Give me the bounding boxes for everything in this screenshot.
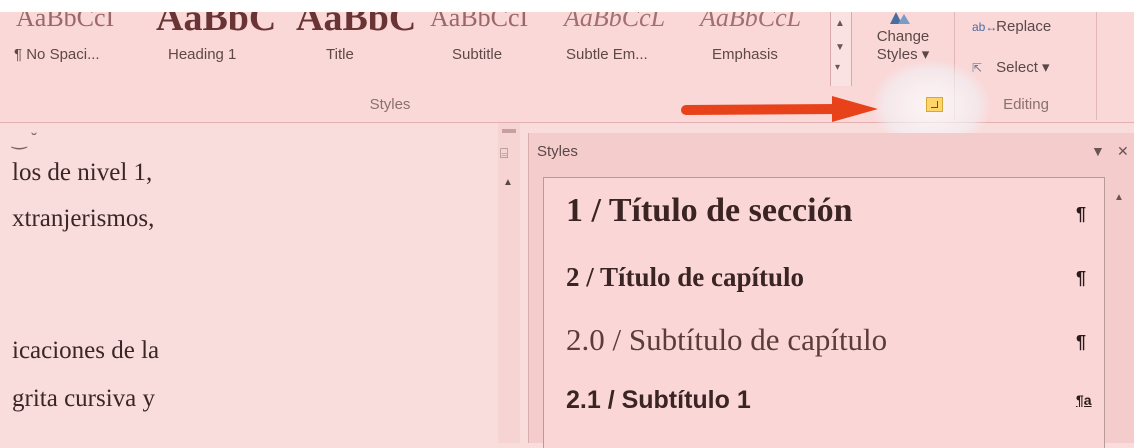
paragraph-mark-icon: ¶ xyxy=(1076,204,1087,224)
change-styles-button[interactable]: Change Styles ▾ xyxy=(858,28,948,64)
document-scrollbar[interactable]: ▲ xyxy=(498,123,520,443)
document-area[interactable]: ‿ ˘ los de nivel 1, xtranjerismos, icaci… xyxy=(0,123,490,443)
style-item[interactable]: 2.0 / Subtítulo de capítulo xyxy=(566,322,887,358)
style-label-no-spacing[interactable]: ¶ No Spaci... xyxy=(14,46,100,63)
annotation-arrow xyxy=(681,96,878,122)
doc-line: grita cursiva y xyxy=(12,385,156,412)
linked-style-icon: ¶a xyxy=(1076,392,1092,408)
pane-options-icon[interactable]: ⌸ xyxy=(500,145,508,162)
styles-gallery: AaBbCcI AaBbC AaBbC AaBbCcI AaBbCcL AaBb… xyxy=(0,12,830,92)
style-item-label: 2 / Título de capítulo xyxy=(566,262,805,292)
doc-line-cut: ‿ ˘ xyxy=(12,129,37,149)
dialog-launcher-icon[interactable] xyxy=(926,97,943,112)
chevron-up-icon[interactable]: ▲ xyxy=(503,177,513,188)
select-button[interactable]: ⇱ Select ▾ xyxy=(972,58,1050,76)
style-preview-heading-1[interactable]: AaBbC xyxy=(156,12,276,37)
paragraph-mark-icon: ¶ xyxy=(1076,268,1087,288)
style-label-emphasis[interactable]: Emphasis xyxy=(712,46,778,63)
style-preview-no-spacing[interactable]: AaBbCcI xyxy=(16,12,114,36)
group-separator xyxy=(1096,12,1097,120)
group-label-styles: Styles xyxy=(369,96,411,113)
gallery-preview-row: AaBbCcI AaBbC AaBbC AaBbCcI AaBbCcL AaBb… xyxy=(0,12,830,37)
change-styles-line1: Change xyxy=(876,28,930,45)
style-label-heading-1[interactable]: Heading 1 xyxy=(168,46,236,63)
chevron-up-icon[interactable]: ▲ xyxy=(835,18,845,29)
scrollbar-grip[interactable] xyxy=(502,129,516,133)
style-preview-emphasis[interactable]: AaBbCcL xyxy=(700,12,801,36)
chevron-up-icon[interactable]: ▲ xyxy=(1114,192,1124,203)
close-icon[interactable]: ✕ xyxy=(1117,143,1129,160)
style-item[interactable]: 2 / Título de capítulo xyxy=(566,262,804,293)
select-label: Select ▾ xyxy=(996,59,1050,76)
replace-button[interactable]: ab↔ Replace xyxy=(972,18,1051,35)
style-preview-title[interactable]: AaBbC xyxy=(296,12,416,37)
style-label-subtle-emphasis[interactable]: Subtle Em... xyxy=(566,46,648,63)
style-preview-subtitle[interactable]: AaBbCcI xyxy=(430,12,528,36)
style-item[interactable]: 1 / Título de sección xyxy=(566,192,853,230)
more-icon[interactable]: ▾ xyxy=(835,62,840,73)
window-top-edge xyxy=(0,0,1134,12)
style-item-label: 1 / Título de sección xyxy=(566,192,853,229)
chevron-down-icon[interactable]: ▼ xyxy=(1091,143,1105,159)
paragraph-mark-icon: ¶ xyxy=(1076,332,1087,352)
select-cursor-icon: ⇱ xyxy=(972,61,983,76)
style-label-subtitle[interactable]: Subtitle xyxy=(452,46,502,63)
styles-pane-title: Styles xyxy=(537,143,578,160)
styles-pane: Styles ▼ ✕ 1 / Título de sección ¶ 2 / T… xyxy=(528,133,1134,448)
chevron-down-icon[interactable]: ▼ xyxy=(835,42,845,53)
change-styles-icon[interactable] xyxy=(884,12,914,24)
style-item-label: 2.0 / Subtítulo de capítulo xyxy=(566,322,888,357)
group-label-editing: Editing xyxy=(1003,96,1049,113)
doc-line: los de nivel 1, xyxy=(12,159,153,186)
gallery-scroll: ▲ ▼ ▾ xyxy=(830,12,852,86)
replace-label: Replace xyxy=(996,18,1052,35)
doc-line: xtranjerismos, xyxy=(12,205,155,232)
replace-icon: ab↔ xyxy=(972,20,998,35)
style-label-title[interactable]: Title xyxy=(326,46,354,63)
style-preview-subtle-emphasis[interactable]: AaBbCcL xyxy=(564,12,665,36)
style-item-label: 2.1 / Subtítulo 1 xyxy=(566,386,751,414)
doc-line: icaciones de la xyxy=(12,337,160,364)
style-item[interactable]: 2.1 / Subtítulo 1 xyxy=(566,386,751,415)
styles-list: 1 / Título de sección ¶ 2 / Título de ca… xyxy=(543,177,1105,448)
